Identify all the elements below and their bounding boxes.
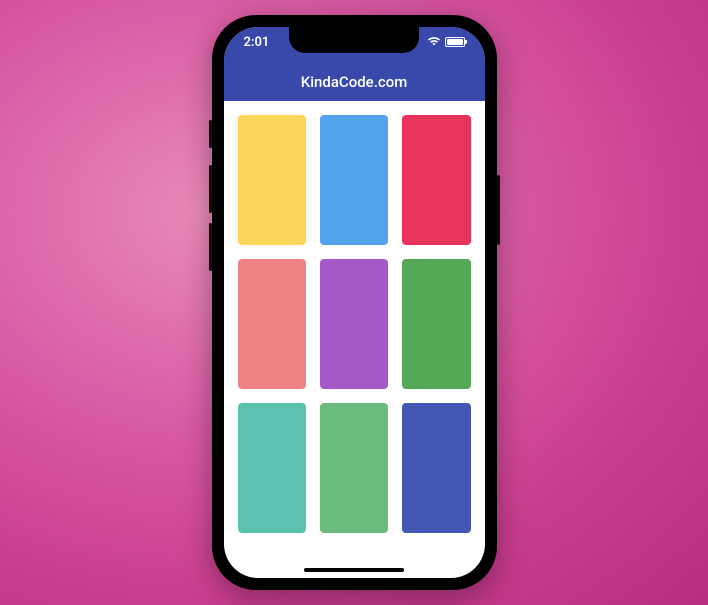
grid-tile[interactable] <box>402 115 470 245</box>
home-indicator[interactable] <box>304 568 404 572</box>
mute-switch <box>209 120 212 148</box>
grid-tile[interactable] <box>238 115 306 245</box>
grid-tile[interactable] <box>320 115 388 245</box>
power-button <box>497 175 500 245</box>
battery-icon <box>445 37 465 47</box>
grid-tile[interactable] <box>320 403 388 533</box>
wifi-icon <box>427 35 441 50</box>
status-time: 2:01 <box>244 35 270 50</box>
phone-notch <box>289 27 419 53</box>
volume-down-button <box>209 223 212 271</box>
volume-up-button <box>209 165 212 213</box>
grid-tile[interactable] <box>238 259 306 389</box>
grid-tile[interactable] <box>402 259 470 389</box>
grid-tile[interactable] <box>320 259 388 389</box>
grid-tile[interactable] <box>402 403 470 533</box>
app-title: KindaCode.com <box>224 73 485 91</box>
phone-screen: 2:01 KindaCode.com <box>224 27 485 578</box>
grid-tile[interactable] <box>238 403 306 533</box>
phone-frame: 2:01 KindaCode.com <box>212 15 497 590</box>
status-icons <box>427 35 465 50</box>
color-grid[interactable] <box>224 101 485 547</box>
